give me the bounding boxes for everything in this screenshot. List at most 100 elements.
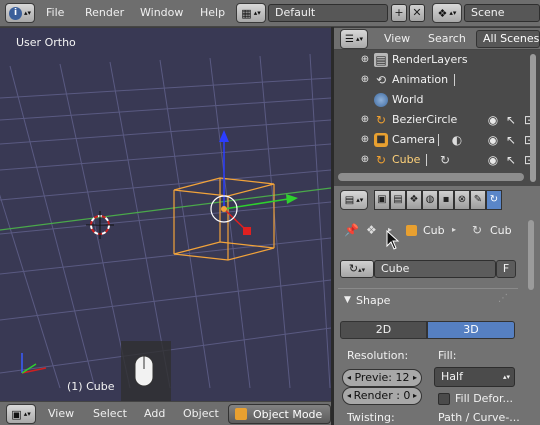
pin-icon[interactable]: 📌 xyxy=(344,223,359,237)
shape-panel-title[interactable]: Shape xyxy=(356,294,390,307)
resolution-label: Resolution: xyxy=(347,349,409,362)
expand-icon[interactable]: ⊕ xyxy=(358,113,372,127)
dimension-2d-button[interactable]: 2D xyxy=(340,321,427,339)
mode-label: Object Mode xyxy=(253,408,323,421)
outliner-row-cube[interactable]: ⊕ ↻ Cube ↻ ◉ ↖ ⊡ xyxy=(334,150,540,170)
outliner-row-animation[interactable]: ⊕ ⟲ Animation xyxy=(334,70,540,90)
outliner-editor-button[interactable]: ☰ ▴▾ xyxy=(340,29,368,49)
editor-type-button[interactable]: ▣ ▴▾ xyxy=(6,404,36,424)
selectable-cursor-icon[interactable]: ↖ xyxy=(504,133,518,147)
world-tab-icon[interactable]: ◍ xyxy=(422,190,438,210)
constraints-tab-icon[interactable]: ⊗ xyxy=(454,190,470,210)
world-icon xyxy=(374,93,388,107)
menu-object[interactable]: Object xyxy=(183,405,219,423)
decrement-arrow-icon[interactable]: ◂ xyxy=(347,388,351,404)
curve-data-icon: ↻ xyxy=(439,153,451,167)
3d-cursor[interactable] xyxy=(86,211,114,239)
chevron-updown-icon: ▴▾ xyxy=(253,9,261,17)
viewport-canvas xyxy=(0,53,331,401)
expand-icon[interactable]: ⊕ xyxy=(358,73,372,87)
chevron-updown-icon: ▴▾ xyxy=(356,196,364,204)
fill-deform-checkbox[interactable] xyxy=(438,393,450,405)
render-resolution-field[interactable]: ◂ Render : 0 ▸ xyxy=(342,387,422,405)
render-tab-icon[interactable]: ▣ xyxy=(374,190,390,210)
outliner-icon: ☰ xyxy=(345,33,354,45)
properties-scrollbar[interactable] xyxy=(528,220,534,290)
expand-icon[interactable]: ⊕ xyxy=(358,53,372,67)
outliner-row-beziercircle[interactable]: ⊕ ↻ BezierCircle ◉ ↖ ⊡ xyxy=(334,110,540,130)
properties-editor-button[interactable]: ▤ ▴▾ xyxy=(340,190,368,210)
scene-field[interactable]: Scene xyxy=(464,4,540,22)
camera-data-icon: ◐ xyxy=(451,133,463,147)
menu-render[interactable]: Render xyxy=(85,4,124,22)
expand-icon[interactable]: ⊕ xyxy=(358,153,372,167)
screen-layout-icon-button[interactable]: ▦ ▴▾ xyxy=(236,3,266,23)
properties-icon: ▤ xyxy=(344,194,355,206)
separator xyxy=(438,134,439,146)
info-editor-button[interactable]: i ▴▾ xyxy=(5,3,35,23)
twisting-label: Twisting: xyxy=(347,411,395,424)
curve-data-tab-icon[interactable]: ↻ xyxy=(486,190,502,210)
outliner-header: ☰ ▴▾ View Search All Scenes xyxy=(334,28,540,50)
object-tab-icon[interactable]: ▪ xyxy=(438,190,454,210)
visibility-eye-icon[interactable]: ◉ xyxy=(486,133,500,147)
fill-label: Fill: xyxy=(438,349,457,362)
delete-screen-button[interactable]: ✕ xyxy=(409,4,425,22)
3d-viewport[interactable]: User Ortho (1) Cube xyxy=(0,28,331,401)
chevron-updown-icon: ▴▾ xyxy=(449,9,457,17)
outliner-row-world[interactable]: World xyxy=(334,90,540,110)
outliner-row-renderlayers[interactable]: ⊕ ▤ RenderLayers xyxy=(334,50,540,70)
curve-data-icon: ↻ xyxy=(348,262,359,275)
outliner-label: Camera xyxy=(392,133,436,146)
separator xyxy=(454,74,455,86)
add-screen-button[interactable]: + xyxy=(391,4,407,22)
decrement-arrow-icon[interactable]: ◂ xyxy=(347,370,351,386)
selectable-cursor-icon[interactable]: ↖ xyxy=(504,113,518,127)
datablock-name-field[interactable]: Cube xyxy=(374,260,496,278)
scene-icon-button[interactable]: ❖ ▴▾ xyxy=(432,3,462,23)
curve-icon: ↻ xyxy=(375,153,387,167)
outliner-menu-view[interactable]: View xyxy=(384,30,410,48)
outliner-row-camera[interactable]: ⊕ ■ Camera ◐ ◉ ↖ ⊡ xyxy=(334,130,540,150)
menu-file[interactable]: File xyxy=(46,4,64,22)
expand-icon[interactable]: ⊕ xyxy=(358,133,372,147)
context-tabs: ▣ ▤ ❖ ◍ ▪ ⊗ ✎ ↻ xyxy=(374,190,502,212)
menu-window[interactable]: Window xyxy=(140,4,183,22)
modifiers-tab-icon[interactable]: ✎ xyxy=(470,190,486,210)
x-axis-line xyxy=(0,187,331,231)
breadcrumb-arrow-icon: ▸ xyxy=(452,225,457,234)
cube-icon: ▣ xyxy=(11,407,22,421)
render-layers-tab-icon[interactable]: ▤ xyxy=(390,190,406,210)
outliner-hscrollbar[interactable] xyxy=(338,173,524,181)
properties-editor: ▤ ▴▾ ▣ ▤ ❖ ◍ ▪ ⊗ ✎ ↻ 📌 ❖ ▸ Cub ▸ ↻ Cub ↻… xyxy=(334,186,540,425)
menu-view[interactable]: View xyxy=(48,405,74,423)
outliner-menu-search[interactable]: Search xyxy=(428,30,466,48)
visibility-eye-icon[interactable]: ◉ xyxy=(486,153,500,167)
selectable-cursor-icon[interactable]: ↖ xyxy=(504,153,518,167)
increment-arrow-icon[interactable]: ▸ xyxy=(413,388,417,404)
outliner-label: BezierCircle xyxy=(392,113,458,126)
fake-user-button[interactable]: F xyxy=(496,260,516,278)
screen-layout-field[interactable]: Default xyxy=(268,4,388,22)
outliner-scrollbar[interactable] xyxy=(530,54,536,182)
increment-arrow-icon[interactable]: ▸ xyxy=(413,370,417,386)
outliner-label: World xyxy=(392,93,424,106)
transform-manipulator[interactable] xyxy=(210,130,298,235)
menu-help[interactable]: Help xyxy=(200,4,225,22)
fill-mode-dropdown[interactable]: Half ▴▾ xyxy=(434,367,515,387)
visibility-eye-icon[interactable]: ◉ xyxy=(486,113,500,127)
preview-resolution-field[interactable]: ◂ Previe: 12 ▸ xyxy=(342,369,422,387)
menu-select[interactable]: Select xyxy=(93,405,127,423)
dimension-3d-button[interactable]: 3D xyxy=(427,321,515,339)
datablock-browse-button[interactable]: ↻▴▾ xyxy=(340,260,374,278)
panel-drag-handle-icon[interactable]: ⋰ xyxy=(498,293,508,304)
preview-resolution-value: Previe: 12 xyxy=(354,371,410,384)
active-object-label: (1) Cube xyxy=(67,380,115,393)
scene-tab-icon[interactable]: ❖ xyxy=(406,190,422,210)
collapse-triangle-icon[interactable]: ▼ xyxy=(344,295,351,305)
mode-selector[interactable]: Object Mode xyxy=(228,404,331,424)
display-mode-selector[interactable]: All Scenes xyxy=(476,30,540,48)
fill-deform-label[interactable]: Fill Defor... xyxy=(455,392,513,405)
breadcrumb-object: Cub xyxy=(423,224,445,237)
menu-add[interactable]: Add xyxy=(144,405,165,423)
